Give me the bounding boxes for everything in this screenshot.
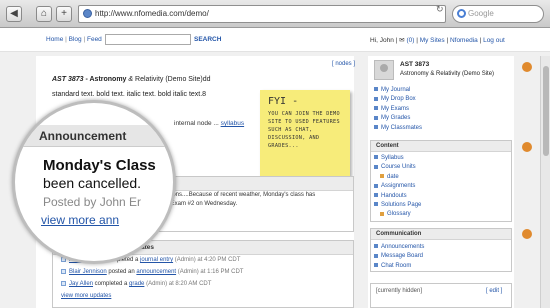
content-item-course-units[interactable]: Course Units xyxy=(374,163,421,172)
content-item-handouts[interactable]: Handouts xyxy=(374,192,421,201)
sidebar-item-exams[interactable]: My Exams xyxy=(374,105,422,114)
greeting: Hi, John xyxy=(370,37,394,44)
nfomedia-link[interactable]: Nfomedia xyxy=(450,37,478,44)
sidebar-item-journal[interactable]: My Journal xyxy=(374,86,422,95)
communication-heading: Communication xyxy=(371,229,511,240)
search-icon xyxy=(457,9,466,18)
announcement-posted-by: Posted by John Er xyxy=(43,195,142,209)
home-link[interactable]: Home xyxy=(46,36,63,43)
content-list: Syllabus Course Units date Assignments H… xyxy=(374,154,421,220)
content-item-glossary[interactable]: Glossary xyxy=(374,210,421,219)
feed-user-link[interactable]: Blair Jennison xyxy=(69,269,107,275)
sidebar-course-code: AST 3873 xyxy=(400,61,430,68)
site-header: Home | Blog | Feed SEARCH Hi, John | ✉ (… xyxy=(0,28,550,52)
sidebar-item-classmates[interactable]: My Classmates xyxy=(374,124,422,133)
feed-item: Blair Jennison posted an announcement (A… xyxy=(61,269,243,275)
comm-item-chat-room[interactable]: Chat Room xyxy=(374,262,424,271)
communication-list: Announcements Message Board Chat Room xyxy=(374,243,424,271)
edit-link[interactable]: [ edit ] xyxy=(486,288,502,294)
user-menu: Hi, John | ✉ (0) | My Sites | Nfomedia |… xyxy=(370,37,505,44)
comm-item-announcements[interactable]: Announcements xyxy=(374,243,424,252)
announcement-heading: Announcement xyxy=(15,125,173,147)
sidebar-item-drop-box[interactable]: My Drop Box xyxy=(374,95,422,104)
settings-icon[interactable] xyxy=(522,62,532,72)
view-more-updates-link[interactable]: view more updates xyxy=(61,293,111,299)
sample-text-line: standard text. bold text. italic text. b… xyxy=(52,91,207,98)
content-item-syllabus[interactable]: Syllabus xyxy=(374,154,421,163)
back-button[interactable]: ◀ xyxy=(6,6,22,22)
content-item-date[interactable]: date xyxy=(374,173,421,182)
scroll-thumb[interactable] xyxy=(543,66,549,156)
site-search-button[interactable]: SEARCH xyxy=(194,36,221,43)
announcement-title: Monday's Class xyxy=(43,157,156,174)
course-code-heading: AST 3873 xyxy=(52,76,84,83)
sticky-note-heading: FYI - xyxy=(268,96,299,107)
sidebar-course-desc: Astronomy & Relativity (Demo Site) xyxy=(400,71,495,77)
blog-link[interactable]: Blog xyxy=(69,36,82,43)
content-item-solutions[interactable]: Solutions Page xyxy=(374,201,421,210)
feed-link[interactable]: Feed xyxy=(87,36,102,43)
content-item-assignments[interactable]: Assignments xyxy=(374,182,421,191)
site-icon xyxy=(83,9,92,18)
content-toggle-icon[interactable] xyxy=(522,142,532,152)
feed-item-icon xyxy=(61,281,66,286)
content-heading: Content xyxy=(371,141,511,152)
sticky-note: FYI - YOU CAN JOIN THE DEMO SITE TO USED… xyxy=(260,90,350,176)
browser-search-placeholder: Google xyxy=(468,9,494,18)
mail-icon[interactable]: ✉ xyxy=(399,37,404,44)
feed-target-link[interactable]: journal entry xyxy=(140,257,173,263)
nodes-link[interactable]: [ nodes ] xyxy=(332,61,355,67)
feed-user-link[interactable]: Jay Allen xyxy=(69,281,93,287)
magnifier-lens: Announcement Monday's Class been cancell… xyxy=(12,100,176,264)
site-search-input[interactable] xyxy=(105,34,191,45)
hidden-panel xyxy=(370,283,512,308)
site-nav: Home | Blog | Feed xyxy=(46,36,102,43)
home-icon[interactable]: ⌂ xyxy=(36,6,52,22)
mail-count[interactable]: (0) xyxy=(406,37,414,44)
announcement-text: been cancelled. xyxy=(43,175,142,191)
my-sites-link[interactable]: My Sites xyxy=(420,37,445,44)
syllabus-link[interactable]: syllabus xyxy=(221,120,244,127)
internal-node-text: internal node ... syllabus xyxy=(174,120,245,127)
address-bar[interactable]: http://www.nfomedia.com/demo/ xyxy=(78,5,446,23)
sidebar-item-grades[interactable]: My Grades xyxy=(374,114,422,123)
new-tab-button[interactable]: + xyxy=(56,6,72,22)
feed-target-link[interactable]: grade xyxy=(129,281,144,287)
course-avatar xyxy=(374,60,394,80)
logout-link[interactable]: Log out xyxy=(483,37,505,44)
browser-search-field[interactable]: Google xyxy=(452,5,544,23)
communication-toggle-icon[interactable] xyxy=(522,229,532,239)
course-heading: AST 3873 - Astronomy & Relativity (Demo … xyxy=(52,76,211,83)
view-more-announcements-link[interactable]: view more ann xyxy=(41,213,119,227)
reload-icon[interactable]: ↻ xyxy=(436,4,444,15)
hidden-label: [currently hidden] xyxy=(376,288,423,294)
page-scrollbar[interactable] xyxy=(540,56,550,308)
sticky-note-body: YOU CAN JOIN THE DEMO SITE TO USED FEATU… xyxy=(268,111,340,149)
feed-item-icon xyxy=(61,269,66,274)
comm-item-message-board[interactable]: Message Board xyxy=(374,252,424,261)
url-text: http://www.nfomedia.com/demo/ xyxy=(95,9,209,18)
sidebar-nav: My Journal My Drop Box My Exams My Grade… xyxy=(374,86,422,133)
browser-toolbar: ◀ ⌂ + http://www.nfomedia.com/demo/ ↻ Go… xyxy=(0,0,550,28)
feed-item: Jay Allen completed a grade (Admin) at 8… xyxy=(61,281,211,287)
feed-target-link[interactable]: announcement xyxy=(136,269,176,275)
